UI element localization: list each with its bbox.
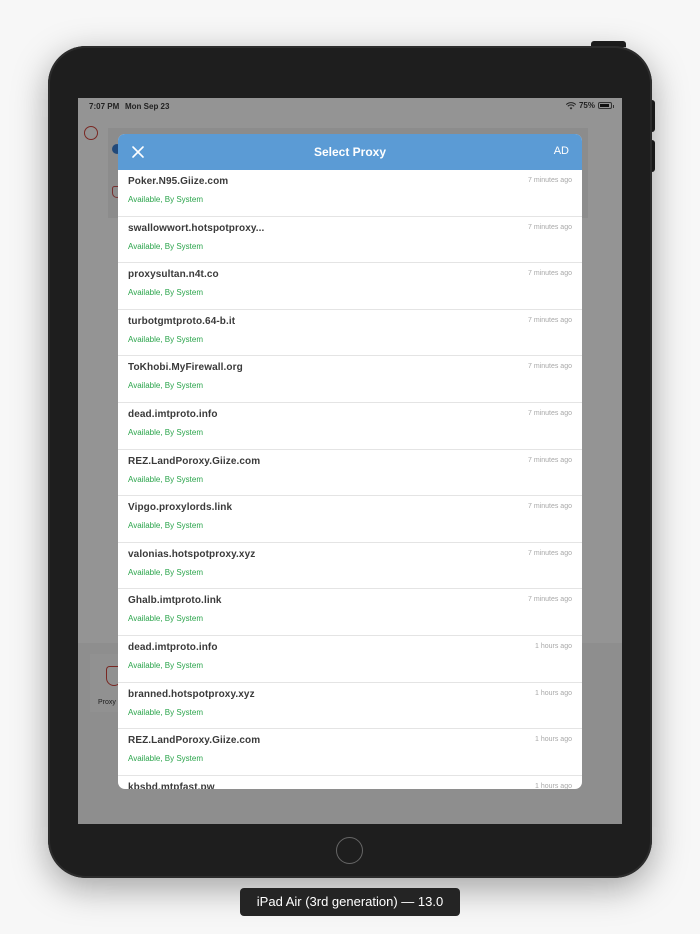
proxy-time: 7 minutes ago	[528, 270, 572, 278]
proxy-time: 1 hours ago	[535, 689, 572, 697]
modal-title: Select Proxy	[313, 145, 387, 159]
proxy-time: 7 minutes ago	[528, 223, 572, 231]
proxy-time: 1 hours ago	[535, 642, 572, 650]
proxy-list-item[interactable]: proxysultan.n4t.co Available, By System 7 …	[118, 263, 582, 310]
proxy-list[interactable]: Poker.N95.Giize.com Available, By System 7…	[118, 170, 582, 789]
proxy-host: ToKhobi.MyFirewall.org	[128, 362, 243, 374]
proxy-status: Available, By System	[128, 381, 203, 391]
home-button[interactable]	[336, 837, 363, 864]
wifi-icon	[565, 101, 576, 109]
proxy-list-item[interactable]: ToKhobi.MyFirewall.org Available, By Syst…	[118, 356, 582, 403]
proxy-list-item[interactable]: swallowwort.hotspotproxy... Available, By…	[118, 217, 582, 264]
screen: Proxy 7:07 PM Mon Sep 23 75% Select Prox…	[78, 98, 622, 824]
proxy-list-item[interactable]: dead.imtproto.info Available, By System 1 …	[118, 636, 582, 683]
proxy-host: Poker.N95.Giize.com	[128, 176, 229, 187]
proxy-host: REZ.LandPoroxy.Giize.com	[128, 735, 261, 747]
battery-percent: 75%	[578, 101, 595, 110]
select-proxy-modal: Select Proxy AD Poker.N95.Giize.com Avail…	[118, 134, 582, 789]
proxy-time: 7 minutes ago	[528, 177, 572, 184]
proxy-status: Available, By System	[128, 660, 203, 670]
modal-header: Select Proxy AD	[118, 134, 582, 170]
proxy-host: dead.imtproto.info	[128, 641, 218, 653]
proxy-time: 7 minutes ago	[528, 549, 572, 557]
proxy-list-item[interactable]: turbotgmtproto.64-b.it Available, By Syst…	[118, 310, 582, 357]
status-bar: 7:07 PM Mon Sep 23 75%	[78, 98, 622, 116]
proxy-list-item[interactable]: Vipgo.proxylords.link Available, By Syste…	[118, 496, 582, 543]
proxy-status: Available, By System	[128, 288, 203, 298]
proxy-host: kbsbd.mtpfast.pw	[128, 781, 215, 789]
proxy-host: valonias.hotspotproxy.xyz	[128, 548, 256, 560]
proxy-status: Available, By System	[128, 427, 203, 437]
proxy-time: 7 minutes ago	[528, 503, 572, 511]
proxy-status: Available, By System	[128, 707, 203, 717]
battery-icon	[598, 102, 614, 109]
proxy-list-item[interactable]: dead.imtproto.info Available, By System 7 …	[118, 403, 582, 450]
proxy-list-item[interactable]: Ghalb.imtproto.link Available, By System 7…	[118, 589, 582, 636]
proxy-status: Available, By System	[128, 474, 203, 484]
status-right: 75%	[565, 101, 614, 110]
proxy-status: Available, By System	[128, 754, 203, 764]
proxy-list-item[interactable]: REZ.LandPoroxy.Giize.com Available, By Sy…	[118, 450, 582, 497]
proxy-host: branned.hotspotproxy.xyz	[128, 688, 255, 700]
proxy-status: Available, By System	[128, 334, 203, 344]
proxy-list-item[interactable]: valonias.hotspotproxy.xyz Available, By S…	[118, 543, 582, 590]
status-date: Mon Sep 23	[125, 102, 170, 111]
proxy-host: swallowwort.hotspotproxy...	[128, 222, 265, 234]
proxy-list-item[interactable]: Poker.N95.Giize.com Available, By System 7…	[118, 170, 582, 217]
proxy-host: turbotgmtproto.64-b.it	[128, 315, 236, 327]
proxy-list-item[interactable]: branned.hotspotproxy.xyz Available, By Sy…	[118, 683, 582, 730]
proxy-time: 1 hours ago	[535, 782, 572, 789]
proxy-status: Available, By System	[128, 614, 203, 624]
proxy-time: 7 minutes ago	[528, 596, 572, 604]
proxy-host: dead.imtproto.info	[128, 408, 218, 420]
proxy-host: proxysultan.n4t.co	[128, 269, 219, 281]
proxy-host: Ghalb.imtproto.link	[128, 595, 222, 607]
proxy-status: Available, By System	[128, 195, 203, 204]
proxy-status: Available, By System	[128, 241, 203, 251]
proxy-status: Available, By System	[128, 567, 203, 577]
proxy-time: 7 minutes ago	[528, 316, 572, 324]
proxy-time: 7 minutes ago	[528, 363, 572, 371]
ad-button[interactable]: AD	[554, 145, 569, 157]
proxy-time: 1 hours ago	[535, 736, 572, 744]
status-time: 7:07 PM	[89, 102, 120, 111]
proxy-host: Vipgo.proxylords.link	[128, 502, 233, 514]
proxy-list-item[interactable]: kbsbd.mtpfast.pw 1 hours ago	[118, 776, 582, 789]
proxy-list-item[interactable]: REZ.LandPoroxy.Giize.com Available, By Sy…	[118, 729, 582, 776]
proxy-status: Available, By System	[128, 521, 203, 531]
proxy-host: REZ.LandPoroxy.Giize.com	[128, 455, 261, 467]
proxy-time: 7 minutes ago	[528, 409, 572, 417]
proxy-time: 7 minutes ago	[528, 456, 572, 464]
device-caption: iPad Air (3rd generation) — 13.0	[240, 888, 460, 916]
